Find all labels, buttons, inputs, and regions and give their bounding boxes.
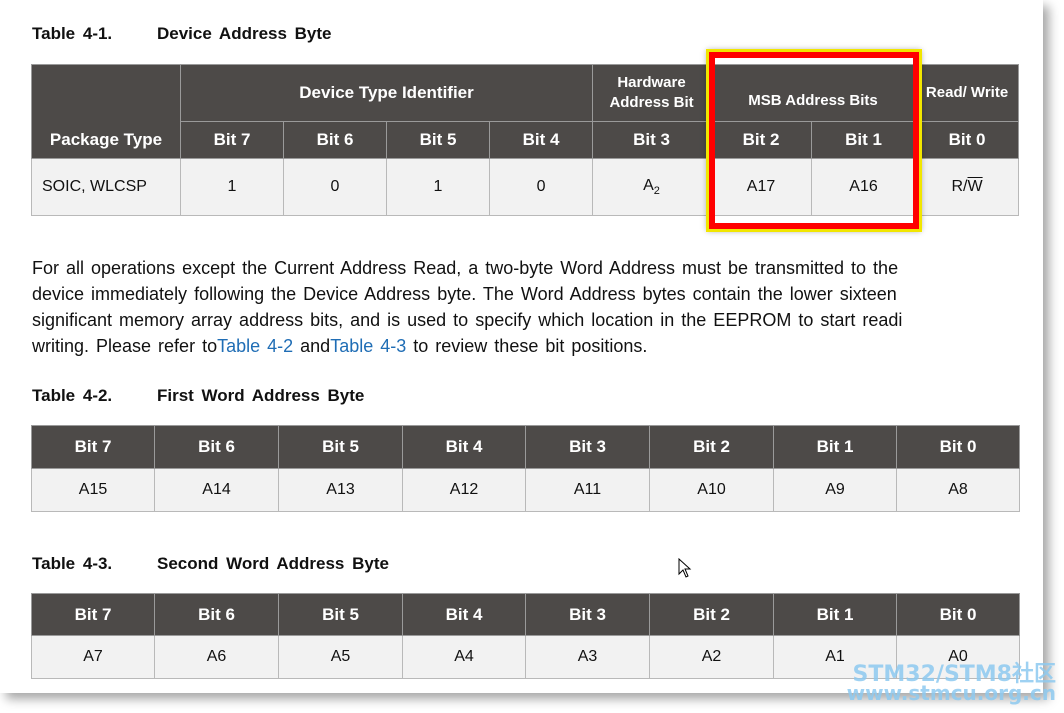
paragraph-text-b: and: [300, 336, 331, 356]
bit2-header: Bit 2: [649, 425, 774, 469]
value-cell: A7: [31, 635, 155, 679]
paragraph-line-4: writing. Please refer toTable 4-2 andTab…: [32, 333, 1043, 359]
value-cell: A9: [773, 468, 897, 512]
device-type-identifier-header: Device Type Identifier: [179, 64, 594, 122]
a2-subscript: 2: [653, 185, 660, 198]
table1-number: Table 4-1.: [32, 24, 113, 43]
value-cell: A14: [154, 468, 279, 512]
value-cell: A4: [402, 635, 526, 679]
value-cell: A3: [525, 635, 650, 679]
bit6-header: Bit 6: [154, 425, 279, 469]
value-cell: A10: [649, 468, 774, 512]
bit7-header: Bit 7: [180, 121, 284, 159]
device-address-table: Package Type Device Type Identifier Hard…: [31, 64, 1020, 216]
bit2-header: Bit 2: [649, 593, 774, 636]
package-type-cell: SOIC, WLCSP: [31, 158, 181, 216]
value-cell: A13: [278, 468, 403, 512]
bit0-header: Bit 0: [896, 425, 1020, 469]
bit0-header: Bit 0: [915, 121, 1020, 159]
table2-number: Table 4-2.: [32, 386, 113, 405]
value-cell: A5: [278, 635, 403, 679]
watermark-url: www.stmcu.org.cn: [846, 681, 1056, 705]
bit3-header: Bit 3: [525, 425, 650, 469]
bit7-cell: 1: [180, 158, 284, 216]
bit3-cell: A2: [592, 158, 712, 216]
bit5-header: Bit 5: [278, 425, 403, 469]
bit3-header: Bit 3: [592, 121, 712, 159]
value-cell: A12: [402, 468, 526, 512]
bit6-header: Bit 6: [154, 593, 279, 636]
package-type-header: Package Type: [31, 64, 181, 159]
bit5-header: Bit 5: [278, 593, 403, 636]
msb-address-bits-header: MSB Address Bits: [710, 64, 917, 122]
bit4-cell: 0: [488, 158, 594, 216]
table2-caption: Table 4-2. First Word Address Byte: [32, 386, 364, 406]
bit1-header: Bit 1: [773, 593, 897, 636]
body-paragraph: For all operations except the Current Ad…: [32, 255, 1043, 359]
mouse-cursor-icon: [678, 558, 692, 578]
bit1-header: Bit 1: [773, 425, 897, 469]
bit2-cell: A17: [710, 158, 813, 216]
rw-r-text: R/: [951, 178, 968, 195]
first-word-address-table: Bit 7 Bit 6 Bit 5 Bit 4 Bit 3 Bit 2 Bit …: [31, 425, 1020, 512]
bit0-header: Bit 0: [896, 593, 1020, 636]
value-cell: A8: [896, 468, 1020, 512]
value-cell: A11: [525, 468, 650, 512]
table-row: A15 A14 A13 A12 A11 A10 A9 A8: [31, 468, 1020, 512]
paragraph-text-c: to review these bit positions.: [413, 336, 648, 356]
bit4-header: Bit 4: [488, 121, 594, 159]
hardware-address-bit-header: Hardware Address Bit: [592, 64, 712, 122]
bit1-cell: A16: [811, 158, 917, 216]
paragraph-text-a: writing. Please refer to: [32, 336, 218, 356]
table3-title: Second Word Address Byte: [157, 554, 389, 573]
bit6-cell: 0: [283, 158, 387, 216]
paragraph-line-2: device immediately following the Device …: [32, 284, 897, 304]
bit6-header: Bit 6: [283, 121, 387, 159]
paragraph-line-1: For all operations except the Current Ad…: [32, 258, 899, 278]
table-row: SOIC, WLCSP 1 0 1 0 A2 A17 A16 R/W: [31, 158, 1020, 216]
table1-title: Device Address Byte: [157, 24, 332, 43]
bit2-header: Bit 2: [710, 121, 813, 159]
table3-caption: Table 4-3. Second Word Address Byte: [32, 554, 389, 574]
rw-w-text: W: [967, 178, 983, 195]
read-write-header: Read/ Write: [915, 64, 1020, 122]
table-4-3-link[interactable]: Table 4-3: [330, 336, 406, 356]
paragraph-line-3: significant memory array address bits, a…: [32, 310, 903, 330]
table2-title: First Word Address Byte: [157, 386, 365, 405]
table1-caption: Table 4-1. Device Address Byte: [32, 24, 332, 44]
table3-number: Table 4-3.: [32, 554, 113, 573]
table-4-2-link[interactable]: Table 4-2: [217, 336, 293, 356]
bit7-header: Bit 7: [31, 593, 155, 636]
bit5-header: Bit 5: [386, 121, 490, 159]
document-page: Table 4-1. Device Address Byte Package Ty…: [0, 0, 1043, 693]
bit4-header: Bit 4: [402, 425, 526, 469]
bit4-header: Bit 4: [402, 593, 526, 636]
bit1-header: Bit 1: [811, 121, 917, 159]
bit3-header: Bit 3: [525, 593, 650, 636]
bit0-cell: R/W: [915, 158, 1020, 216]
bit7-header: Bit 7: [31, 425, 155, 469]
value-cell: A15: [31, 468, 155, 512]
value-cell: A2: [649, 635, 774, 679]
a2-base: A: [643, 176, 654, 194]
bit5-cell: 1: [386, 158, 490, 216]
value-cell: A6: [154, 635, 279, 679]
